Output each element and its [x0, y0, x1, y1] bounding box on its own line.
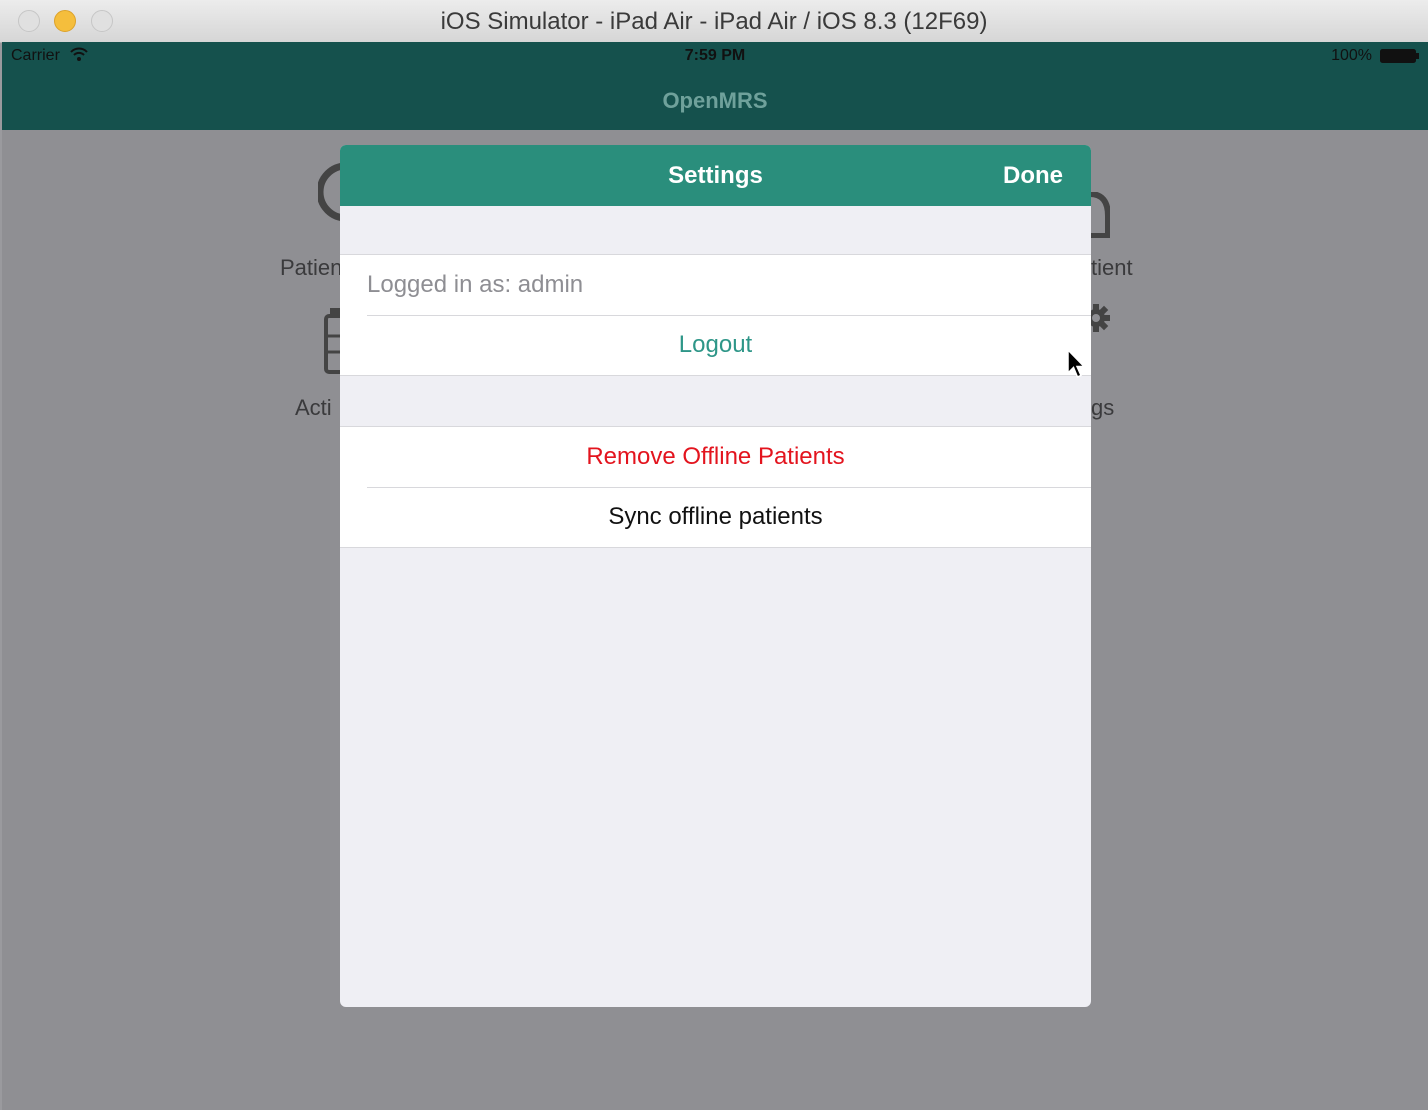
account-section: Logged in as: admin Logout — [340, 254, 1091, 376]
nav-title: OpenMRS — [662, 88, 768, 113]
dashboard-tile-label[interactable]: tient — [1091, 255, 1133, 281]
sync-offline-patients-button[interactable]: Sync offline patients — [340, 487, 1091, 547]
logout-button[interactable]: Logout — [340, 315, 1091, 375]
done-button[interactable]: Done — [1003, 162, 1063, 190]
remove-offline-label: Remove Offline Patients — [586, 443, 845, 470]
battery-icon — [1380, 49, 1419, 63]
ios-screen: Carrier 7:59 PM 100% OpenMRS Patien tien… — [2, 42, 1428, 1110]
settings-modal: Settings Done Logged in as: admin Logout… — [340, 145, 1091, 1007]
logout-label: Logout — [678, 331, 753, 358]
logged-in-cell: Logged in as: admin — [340, 255, 1091, 315]
dashboard-tile-label[interactable]: Acti — [295, 395, 332, 421]
settings-title: Settings — [668, 162, 763, 189]
remove-offline-patients-button[interactable]: Remove Offline Patients — [340, 427, 1091, 487]
navigation-bar: OpenMRS — [2, 70, 1428, 130]
battery-percent: 100% — [1331, 47, 1372, 64]
mouse-cursor-icon — [1067, 348, 1086, 378]
dashboard-tile-label[interactable]: Patien — [280, 255, 342, 281]
settings-header: Settings Done — [340, 145, 1091, 206]
window-title: iOS Simulator - iPad Air - iPad Air / iO… — [440, 8, 988, 35]
logged-in-label: Logged in as: admin — [367, 271, 584, 298]
settings-gear-icon — [1088, 304, 1110, 332]
status-bar: Carrier 7:59 PM 100% — [2, 42, 1428, 70]
status-time: 7:59 PM — [684, 47, 746, 64]
register-patient-icon — [1090, 192, 1110, 238]
sync-offline-label: Sync offline patients — [608, 503, 823, 530]
simulator-title-bar: iOS Simulator - iPad Air - iPad Air / iO… — [0, 0, 1428, 43]
dashboard-tile-label[interactable]: gs — [1091, 395, 1114, 421]
offline-section: Remove Offline Patients Sync offline pat… — [340, 426, 1091, 548]
